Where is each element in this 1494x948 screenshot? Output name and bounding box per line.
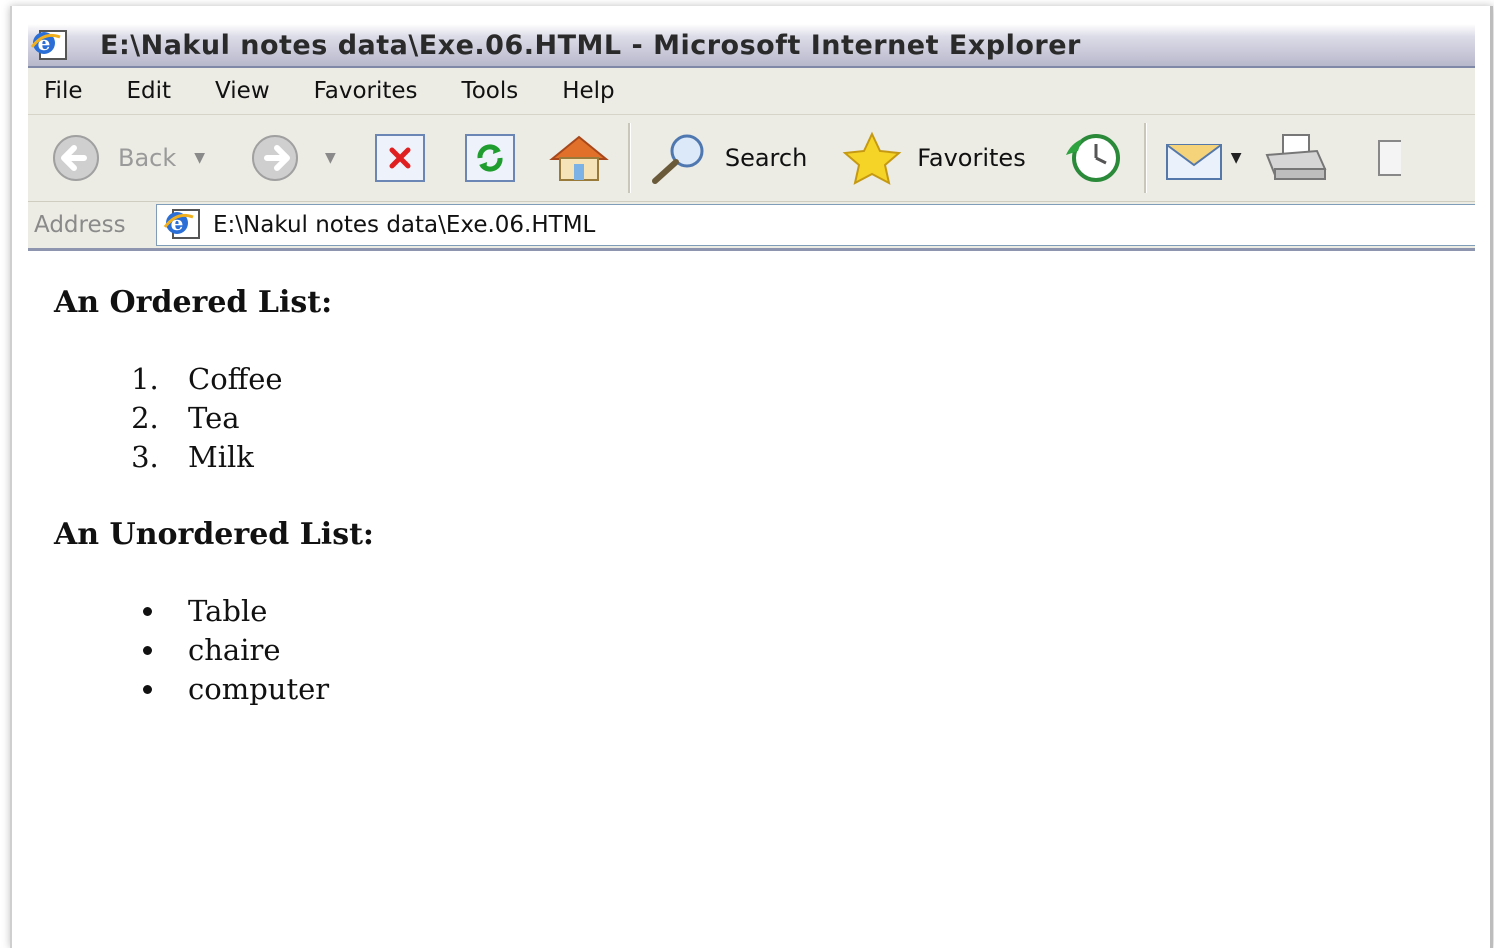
forward-dropdown-icon[interactable]: ▼ — [325, 150, 336, 166]
window-title: E:\Nakul notes data\Exe.06.HTML - Micros… — [100, 29, 1081, 61]
title-bar[interactable]: e E:\Nakul notes data\Exe.06.HTML - Micr… — [28, 24, 1475, 68]
print-button[interactable] — [1261, 131, 1331, 185]
favorites-label: Favorites — [917, 144, 1026, 172]
stop-button[interactable] — [370, 131, 430, 185]
list-item: computer — [168, 670, 1475, 709]
search-button[interactable]: Search — [645, 131, 807, 185]
search-icon — [651, 134, 704, 184]
favorites-button[interactable]: Favorites — [837, 131, 1026, 185]
unordered-list-heading: An Unordered List: — [54, 517, 375, 552]
address-bar: Address e E:\Nakul notes data\Exe.06.HTM… — [28, 202, 1475, 251]
address-input[interactable]: e E:\Nakul notes data\Exe.06.HTML — [156, 204, 1475, 246]
mail-icon — [1165, 144, 1222, 180]
ie-page-icon: e — [161, 208, 209, 242]
ie-page-icon: e — [30, 29, 72, 61]
refresh-icon — [464, 134, 515, 182]
menu-help[interactable]: Help — [540, 78, 636, 104]
menu-file[interactable]: File — [28, 78, 105, 104]
mail-dropdown-icon[interactable]: ▼ — [1231, 150, 1242, 166]
toolbar-separator — [627, 123, 631, 193]
ordered-list: Coffee Tea Milk — [54, 360, 1475, 477]
forward-button[interactable]: ▼ — [243, 133, 336, 183]
back-dropdown-icon[interactable]: ▼ — [194, 150, 205, 166]
address-label: Address — [34, 212, 126, 238]
menu-view[interactable]: View — [193, 78, 292, 104]
list-item: Milk — [168, 438, 1475, 477]
list-item: chaire — [168, 631, 1475, 670]
back-label: Back — [118, 144, 177, 172]
menu-edit[interactable]: Edit — [105, 78, 194, 104]
history-button[interactable] — [1060, 131, 1130, 185]
edit-button[interactable] — [1371, 131, 1402, 185]
unordered-list: Table chaire computer — [54, 592, 1475, 709]
ordered-list-heading: An Ordered List: — [54, 285, 333, 320]
screenshot-frame: e E:\Nakul notes data\Exe.06.HTML - Micr… — [10, 6, 1493, 948]
back-button[interactable]: Back ▼ — [44, 133, 205, 183]
standard-toolbar: Back ▼ ▼ Search Favorites ▼ — [28, 115, 1475, 202]
address-value: E:\Nakul notes data\Exe.06.HTML — [213, 212, 596, 238]
printer-icon — [1266, 134, 1327, 180]
stop-icon — [374, 134, 425, 182]
home-icon — [549, 135, 609, 181]
menu-bar: File Edit View Favorites Tools Help — [28, 68, 1475, 115]
list-item: Coffee — [168, 360, 1475, 399]
browser-window: e E:\Nakul notes data\Exe.06.HTML - Micr… — [28, 24, 1475, 948]
star-icon — [842, 131, 902, 185]
toolbar-separator — [1143, 123, 1147, 193]
mail-button[interactable]: ▼ — [1161, 131, 1242, 185]
edit-page-icon — [1378, 140, 1402, 176]
history-icon — [1065, 134, 1120, 182]
back-arrow-icon — [53, 135, 99, 181]
home-button[interactable] — [544, 131, 614, 185]
search-label: Search — [724, 144, 808, 172]
menu-tools[interactable]: Tools — [440, 78, 541, 104]
page-content: An Ordered List: Coffee Tea Milk An Unor… — [28, 251, 1475, 709]
menu-favorites[interactable]: Favorites — [292, 78, 440, 104]
refresh-button[interactable] — [460, 131, 520, 185]
list-item: Table — [168, 592, 1475, 631]
forward-arrow-icon — [252, 135, 299, 181]
list-item: Tea — [168, 399, 1475, 438]
